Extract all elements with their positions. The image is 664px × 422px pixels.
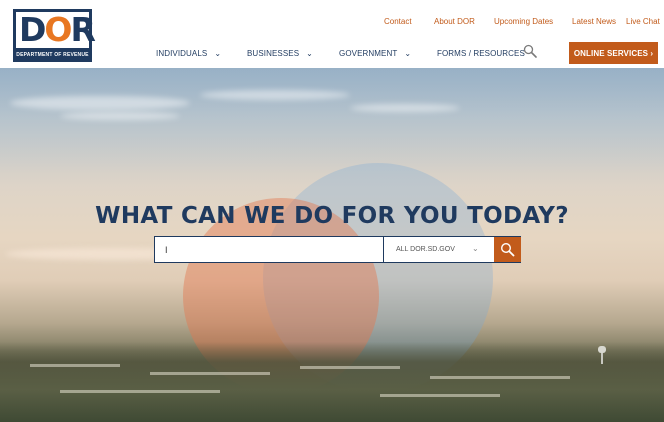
utility-nav: Contact About DOR Upcoming Dates Latest … [0, 17, 664, 29]
water-tower-tank [598, 346, 606, 353]
nav-businesses[interactable]: BUSINESSES ⌄ [247, 49, 313, 58]
city-skyline [0, 342, 664, 422]
city-street [150, 372, 270, 375]
chevron-down-icon: ⌄ [214, 49, 222, 58]
site-header: D O R DEPARTMENT OF REVENUE Contact Abou… [0, 0, 664, 68]
logo-subtitle: DEPARTMENT OF REVENUE [16, 52, 89, 58]
util-link-live-chat[interactable]: Live Chat [626, 17, 660, 26]
nav-government[interactable]: GOVERNMENT ⌄ [339, 49, 411, 58]
cloud [200, 90, 350, 100]
nav-forms-resources[interactable]: FORMS / RESOURCES [437, 49, 525, 58]
online-services-button[interactable]: ONLINE SERVICES › [569, 42, 658, 64]
city-street [380, 394, 500, 397]
search-scope-label: ALL DOR.SD.GOV [396, 246, 455, 253]
nav-businesses-label: BUSINESSES [247, 49, 300, 58]
chevron-down-icon: ⌄ [404, 49, 412, 58]
search-scope-select[interactable]: ALL DOR.SD.GOV ⌄ [384, 237, 494, 262]
cloud [10, 96, 190, 110]
water-tower-leg [601, 353, 603, 364]
util-link-about[interactable]: About DOR [434, 17, 475, 26]
nav-government-label: GOVERNMENT [339, 49, 398, 58]
cloud [350, 104, 460, 112]
search-icon[interactable] [523, 44, 537, 58]
city-street [30, 364, 120, 367]
util-link-contact[interactable]: Contact [384, 17, 412, 26]
util-link-upcoming-dates[interactable]: Upcoming Dates [494, 17, 553, 26]
nav-individuals-label: INDIVIDUALS [156, 49, 208, 58]
sky-haze [0, 68, 664, 188]
search-input[interactable] [155, 237, 383, 262]
util-link-latest-news[interactable]: Latest News [572, 17, 616, 26]
hero-headline: WHAT CAN WE DO FOR YOU TODAY? [95, 203, 569, 229]
city-street [300, 366, 400, 369]
water-tower [598, 346, 606, 364]
search-submit-button[interactable] [494, 237, 521, 262]
city-street [430, 376, 570, 379]
city-street [60, 390, 220, 393]
cloud [60, 112, 180, 120]
chevron-down-icon: ⌄ [472, 244, 479, 253]
site-search-bar: ALL DOR.SD.GOV ⌄ [154, 236, 521, 263]
chevron-down-icon: ⌄ [306, 49, 313, 58]
search-icon [500, 242, 515, 257]
nav-individuals[interactable]: INDIVIDUALS ⌄ [156, 49, 221, 58]
